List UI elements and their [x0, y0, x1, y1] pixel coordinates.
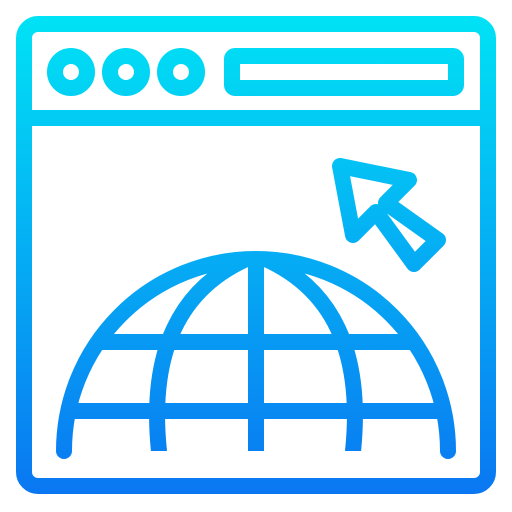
window-control-dot-icon[interactable] — [47, 48, 95, 96]
window-control-dot-icon[interactable] — [157, 48, 205, 96]
window-controls — [47, 48, 205, 96]
window-control-dot-icon[interactable] — [102, 48, 150, 96]
cursor-arrow-icon — [332, 158, 446, 272]
browser-globe-illustration — [0, 0, 512, 512]
globe-icon — [56, 251, 456, 459]
address-bar[interactable] — [224, 48, 464, 96]
web-browser-globe-click-icon — [16, 16, 496, 494]
